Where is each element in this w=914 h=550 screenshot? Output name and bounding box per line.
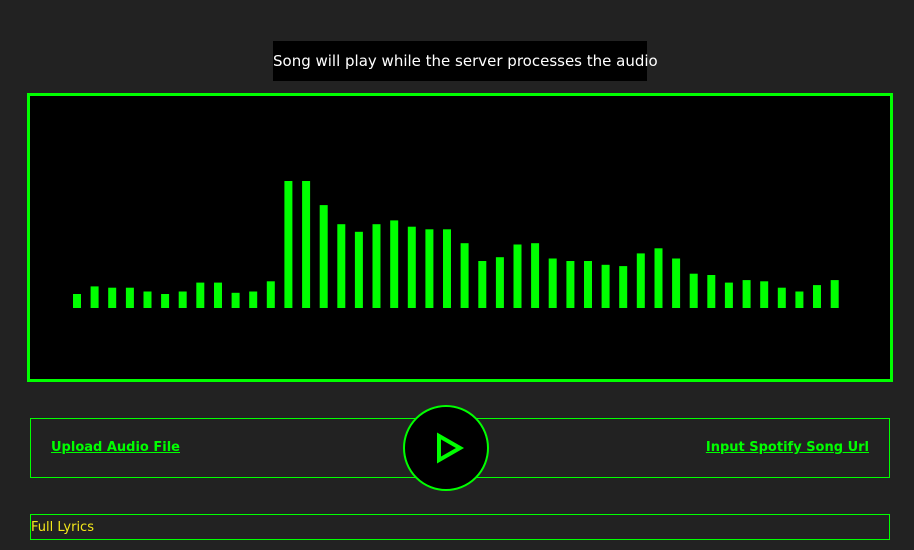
visualizer-bar bbox=[777, 287, 786, 308]
visualizer-bar bbox=[636, 253, 645, 308]
visualizer-bar bbox=[407, 226, 416, 308]
processing-status-banner: Song will play while the server processe… bbox=[273, 41, 658, 81]
visualizer-bar bbox=[90, 286, 99, 308]
visualizer-bar bbox=[672, 258, 681, 308]
visualizer-bar bbox=[354, 231, 363, 308]
visualizer-bar bbox=[795, 291, 804, 308]
visualizer-bar bbox=[143, 291, 152, 308]
upload-audio-file-link[interactable]: Upload Audio File bbox=[51, 419, 180, 477]
visualizer-bar bbox=[214, 282, 222, 308]
visualizer-bar bbox=[707, 275, 716, 308]
visualizer-bar bbox=[601, 264, 610, 308]
visualizer-bar bbox=[425, 229, 434, 308]
visualizer-bar bbox=[390, 220, 399, 308]
audio-visualizer bbox=[27, 93, 893, 382]
play-icon bbox=[437, 432, 465, 464]
visualizer-canvas bbox=[73, 181, 839, 308]
visualizer-bar bbox=[724, 282, 733, 308]
play-button[interactable] bbox=[403, 405, 489, 491]
visualizer-bar bbox=[742, 280, 751, 308]
app-page: Song will play while the server processe… bbox=[0, 0, 914, 550]
visualizer-bar bbox=[460, 243, 469, 308]
visualizer-bar bbox=[689, 273, 698, 308]
visualizer-bar bbox=[178, 291, 187, 308]
visualizer-bar bbox=[372, 224, 381, 308]
lyrics-panel: Full Lyrics bbox=[30, 514, 890, 540]
visualizer-bar bbox=[266, 281, 275, 308]
visualizer-bar bbox=[478, 261, 487, 308]
visualizer-bar bbox=[108, 287, 117, 308]
visualizer-bar bbox=[196, 282, 205, 308]
input-spotify-url-link[interactable]: Input Spotify Song Url bbox=[706, 419, 869, 477]
visualizer-bar bbox=[548, 258, 557, 308]
visualizer-bar bbox=[231, 292, 240, 308]
visualizer-bar bbox=[443, 229, 451, 308]
visualizer-bar bbox=[813, 285, 821, 308]
lyrics-title: Full Lyrics bbox=[31, 520, 94, 535]
visualizer-bar bbox=[566, 261, 575, 308]
visualizer-bar bbox=[495, 257, 504, 308]
visualizer-bar bbox=[302, 181, 311, 308]
visualizer-bar bbox=[125, 287, 134, 308]
visualizer-bar bbox=[319, 205, 328, 308]
visualizer-bar bbox=[531, 243, 540, 308]
visualizer-bar bbox=[284, 181, 293, 308]
visualizer-bar bbox=[654, 248, 663, 308]
visualizer-bar bbox=[161, 294, 170, 308]
visualizer-bar bbox=[830, 280, 839, 308]
visualizer-bar bbox=[619, 266, 628, 308]
visualizer-bar bbox=[249, 291, 258, 308]
visualizer-bar bbox=[513, 244, 522, 308]
visualizer-bar bbox=[584, 261, 592, 308]
processing-status-text: Song will play while the server processe… bbox=[273, 52, 658, 70]
visualizer-bar bbox=[73, 294, 81, 308]
visualizer-bar bbox=[337, 224, 346, 308]
visualizer-bar bbox=[760, 281, 769, 308]
